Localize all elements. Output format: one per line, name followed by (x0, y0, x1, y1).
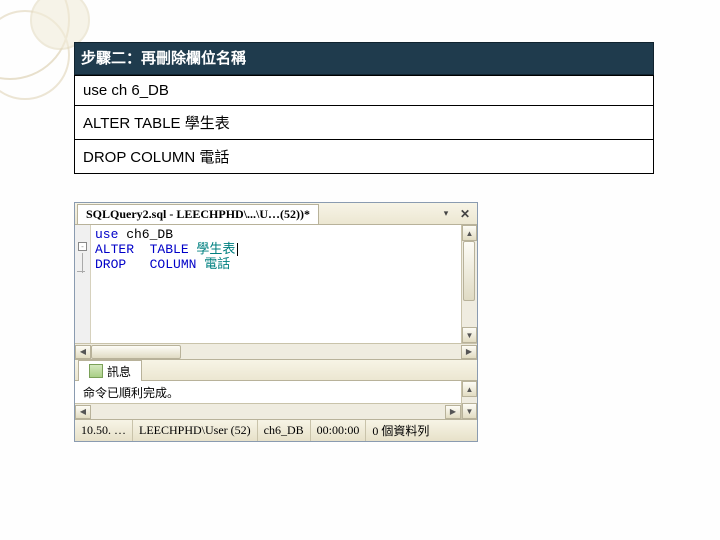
status-version: 10.50. … (75, 420, 133, 441)
status-user: LEECHPHD\User (52) (133, 420, 258, 441)
fold-gutter: - (75, 225, 91, 343)
messages-tab[interactable]: 訊息 (78, 360, 142, 382)
scroll-track[interactable] (462, 241, 477, 327)
scroll-thumb[interactable] (463, 241, 475, 301)
results-tabs: 訊息 (75, 359, 477, 381)
status-rowcount: 0 個資料列 (366, 420, 477, 441)
close-icon[interactable]: ✕ (457, 206, 473, 222)
status-database: ch6_DB (258, 420, 311, 441)
scroll-down-icon[interactable]: ▼ (462, 403, 477, 419)
step-title: 步驟二：再刪除欄位名稱 (75, 43, 653, 74)
fold-minus-icon[interactable]: - (78, 242, 87, 251)
fold-end (77, 271, 85, 272)
slide-content: 步驟二：再刪除欄位名稱 use ch 6_DB ALTER TABLE 學生表 … (74, 42, 654, 174)
text-cursor (237, 243, 238, 256)
sql-code-table: use ch 6_DB ALTER TABLE 學生表 DROP COLUMN … (74, 75, 654, 174)
messages-tab-label: 訊息 (107, 363, 131, 380)
horizontal-scrollbar[interactable]: ◀ ▶ (75, 403, 461, 419)
fold-guide (82, 253, 83, 273)
messages-pane: 命令已順利完成。 ◀ ▶ ▲ ▼ (75, 381, 477, 419)
status-elapsed: 00:00:00 (311, 420, 367, 441)
vertical-scrollbar[interactable]: ▲ ▼ (461, 225, 477, 343)
scroll-down-icon[interactable]: ▼ (462, 327, 477, 343)
message-text: 命令已順利完成。 (75, 381, 461, 403)
editor-tabs: SQLQuery2.sql - LEECHPHD\...\U…(52))* ▾ … (75, 203, 477, 225)
vertical-scrollbar[interactable]: ▲ ▼ (461, 381, 477, 419)
sql-line: ALTER TABLE 學生表 (75, 106, 654, 140)
query-tab[interactable]: SQLQuery2.sql - LEECHPHD\...\U…(52))* (77, 204, 319, 224)
scroll-track[interactable] (462, 397, 477, 403)
scroll-right-icon[interactable]: ▶ (445, 405, 461, 419)
ssms-window: SQLQuery2.sql - LEECHPHD\...\U…(52))* ▾ … (74, 202, 478, 442)
sql-line: DROP COLUMN 電話 (75, 140, 654, 174)
sql-line: use ch 6_DB (75, 76, 654, 106)
scroll-track[interactable] (91, 345, 461, 359)
scroll-up-icon[interactable]: ▲ (462, 381, 477, 397)
messages-icon (89, 364, 103, 378)
scroll-left-icon[interactable]: ◀ (75, 405, 91, 419)
scroll-left-icon[interactable]: ◀ (75, 345, 91, 359)
tab-overflow-icon[interactable]: ▾ (439, 207, 453, 221)
scroll-track[interactable] (91, 405, 445, 419)
code-editor[interactable]: - use ch6_DB ALTER TABLE 學生表 DROP COLUMN… (75, 225, 477, 343)
horizontal-scrollbar[interactable]: ◀ ▶ (75, 343, 477, 359)
status-bar: 10.50. … LEECHPHD\User (52) ch6_DB 00:00… (75, 419, 477, 441)
scroll-right-icon[interactable]: ▶ (461, 345, 477, 359)
step-header: 步驟二：再刪除欄位名稱 (74, 42, 654, 75)
scroll-thumb[interactable] (91, 345, 181, 359)
editor-text[interactable]: use ch6_DB ALTER TABLE 學生表 DROP COLUMN 電… (91, 225, 461, 343)
scroll-up-icon[interactable]: ▲ (462, 225, 477, 241)
